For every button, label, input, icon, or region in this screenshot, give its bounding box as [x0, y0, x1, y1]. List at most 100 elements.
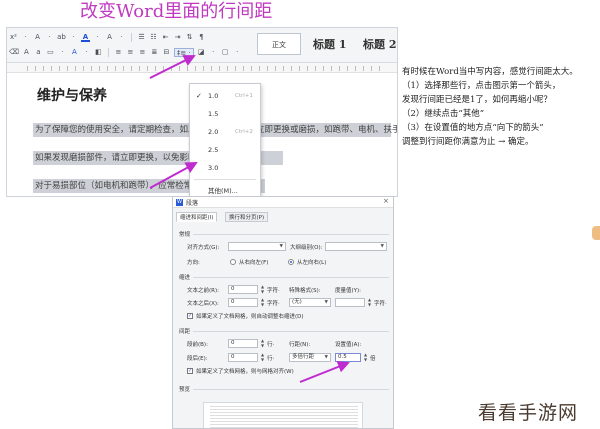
menu-item-1.5[interactable]: 1.5	[190, 106, 260, 122]
indent-increase-icon[interactable]: ⇥	[173, 33, 182, 42]
align-center-icon[interactable]: ≡	[126, 48, 135, 57]
bullet-list-icon[interactable]: ☰	[137, 33, 146, 42]
dropdown-dot[interactable]: ·	[93, 33, 102, 42]
toolbar-separator	[107, 48, 109, 57]
special-format-label: 特殊格式(S):	[289, 288, 321, 294]
alignment-select[interactable]: ▼	[228, 242, 286, 251]
line-spacing-select[interactable]: 多倍行距 ▼	[289, 353, 331, 362]
font-color-button[interactable]: A	[81, 33, 90, 42]
menu-item-2.0[interactable]: 2.0 Ctrl+2	[190, 124, 260, 140]
paragraph-row: ⌫ A a ▭ · A · ◧ ≡ ≡ ≡ ≣ ⊟ ‡≡ · ◪ · ▢ ·	[9, 48, 242, 57]
alignment-label: 对齐方式(G):	[187, 245, 220, 251]
rtl-label: 从右向左(F)	[239, 260, 269, 266]
border-icon[interactable]: ▭	[46, 48, 55, 57]
setting-value-input[interactable]: 0.5	[335, 353, 361, 362]
align-right-icon[interactable]: ≡	[138, 48, 147, 57]
chevron-down-icon: ▼	[279, 244, 283, 249]
indent-after-input[interactable]: 0	[228, 298, 258, 307]
menu-item-2.5[interactable]: 2.5	[190, 142, 260, 158]
explanation-line: 有时候在Word当中写内容，感觉行间距太大。	[402, 67, 578, 77]
chevron-down-icon: ▼	[324, 300, 328, 305]
section-spacing: 间距	[179, 329, 191, 335]
shading-icon[interactable]: ◧	[94, 48, 103, 57]
rtl-radio[interactable]	[230, 259, 236, 265]
number-list-icon[interactable]: ☷	[149, 33, 158, 42]
superscript-button[interactable]: ⅹ²	[9, 33, 18, 42]
dropdown-dot[interactable]: ·	[233, 48, 242, 57]
outline-level-select[interactable]: ▼	[325, 242, 387, 251]
font-size-icon[interactable]: A	[22, 48, 31, 57]
menu-item-other[interactable]: 其他(M)...	[190, 183, 260, 196]
dialog-title: 段落	[186, 200, 199, 207]
style-heading2-button[interactable]: 标题 2	[363, 36, 396, 52]
space-after-input[interactable]: 0	[228, 353, 258, 362]
spinner-icon[interactable]: ▲ ▼	[259, 338, 266, 348]
measure-input[interactable]	[335, 298, 365, 307]
special-format-select[interactable]: (无) ▼	[289, 298, 331, 307]
spinner-icon[interactable]: ▲ ▼	[362, 352, 369, 362]
space-before-input[interactable]: 0	[228, 339, 258, 348]
direction-label: 方向:	[187, 260, 200, 266]
line-spacing-button[interactable]: ‡≡ ·	[173, 48, 194, 57]
align-left-icon[interactable]: ≡	[114, 48, 123, 57]
line-spacing-menu: ✓ 1.0 Ctrl+1 1.5 2.0 Ctrl+2 2.5 3.0 其他(M…	[189, 83, 261, 196]
spinner-icon[interactable]: ▲ ▼	[259, 352, 266, 362]
ruler-ticks	[27, 66, 387, 71]
explanation-line: （1）选择那些行，点击图示第一个箭头，	[402, 81, 561, 91]
style-heading1-button[interactable]: 标题 1	[313, 36, 346, 52]
distribute-icon[interactable]: ⊟	[162, 48, 171, 57]
font-effect-button[interactable]: A	[33, 33, 42, 42]
indent-decrease-icon[interactable]: ⇤	[161, 33, 170, 42]
ltr-radio[interactable]	[288, 259, 294, 265]
explanation-line: （3）在设置值的地方点“向下的箭头”	[402, 123, 544, 133]
dialog-titlebar[interactable]: W 段落 ×	[173, 197, 393, 208]
para-border-icon[interactable]: ▢	[221, 48, 230, 57]
times-unit-label: 倍	[370, 356, 376, 362]
tab-indent-spacing[interactable]: 缩进和间距(I)	[176, 212, 218, 222]
font-shrink-icon[interactable]: a	[34, 48, 43, 57]
dropdown-dot[interactable]: ·	[45, 33, 54, 42]
outline-level-label: 大纲级别(O):	[290, 245, 323, 251]
snap-grid-checkbox[interactable]: ✓	[187, 368, 193, 374]
spinner-icon[interactable]: ▲ ▼	[259, 284, 266, 294]
ruler[interactable]	[7, 63, 397, 73]
indent-before-input[interactable]: 0	[228, 285, 258, 294]
close-icon[interactable]: ×	[383, 197, 389, 205]
dropdown-dot[interactable]: ·	[82, 48, 91, 57]
decorative-tab	[592, 226, 600, 240]
justify-icon[interactable]: ≣	[150, 48, 159, 57]
menu-item-3.0[interactable]: 3.0	[190, 160, 260, 176]
indent-before-label: 文本之前(R):	[187, 288, 219, 294]
char-shading-button[interactable]: A	[105, 33, 114, 42]
divider	[193, 277, 389, 278]
watermark: 看看手游网	[478, 402, 579, 424]
explanation-line: （2）继续点击“其他”	[402, 109, 485, 119]
tab-line-page-breaks[interactable]: 换行和分页(P)	[225, 212, 269, 222]
menu-separator	[194, 179, 256, 180]
menu-item-1.0[interactable]: ✓ 1.0 Ctrl+1	[190, 88, 260, 104]
show-marks-icon[interactable]: ¶	[197, 33, 206, 42]
divider	[193, 389, 389, 390]
space-after-label: 段后(E):	[187, 356, 208, 362]
auto-indent-label: 如果定义了文档网格，则自动调整右缩进(D)	[196, 314, 304, 320]
auto-indent-checkbox[interactable]: ✓	[187, 313, 193, 319]
document-heading: 维护与保养	[37, 88, 107, 104]
dropdown-dot[interactable]: ·	[58, 48, 67, 57]
sort-icon[interactable]: ⇅	[185, 33, 194, 42]
text-color-icon[interactable]: A	[70, 48, 79, 57]
para-shading-icon[interactable]: ◪	[197, 48, 206, 57]
checkmark-icon: ✓	[196, 92, 202, 100]
highlight-button[interactable]: ab	[57, 33, 66, 42]
unit-label: 字符·	[267, 288, 280, 294]
dropdown-dot[interactable]: ·	[117, 33, 126, 42]
spinner-icon[interactable]: ▲ ▼	[259, 297, 266, 307]
explanation-line: 调整到行间距你满意为止 → 确定。	[402, 137, 534, 147]
dropdown-dot[interactable]: ·	[209, 48, 218, 57]
dropdown-dot[interactable]: ·	[21, 33, 30, 42]
spinner-icon[interactable]: ▲ ▼	[366, 297, 373, 307]
dropdown-dot[interactable]: ·	[69, 33, 78, 42]
section-general: 常规	[179, 232, 191, 238]
clear-format-icon[interactable]: ⌫	[9, 48, 19, 57]
unit-label: 行·	[267, 342, 275, 348]
style-normal-button[interactable]: 正文	[257, 33, 301, 55]
